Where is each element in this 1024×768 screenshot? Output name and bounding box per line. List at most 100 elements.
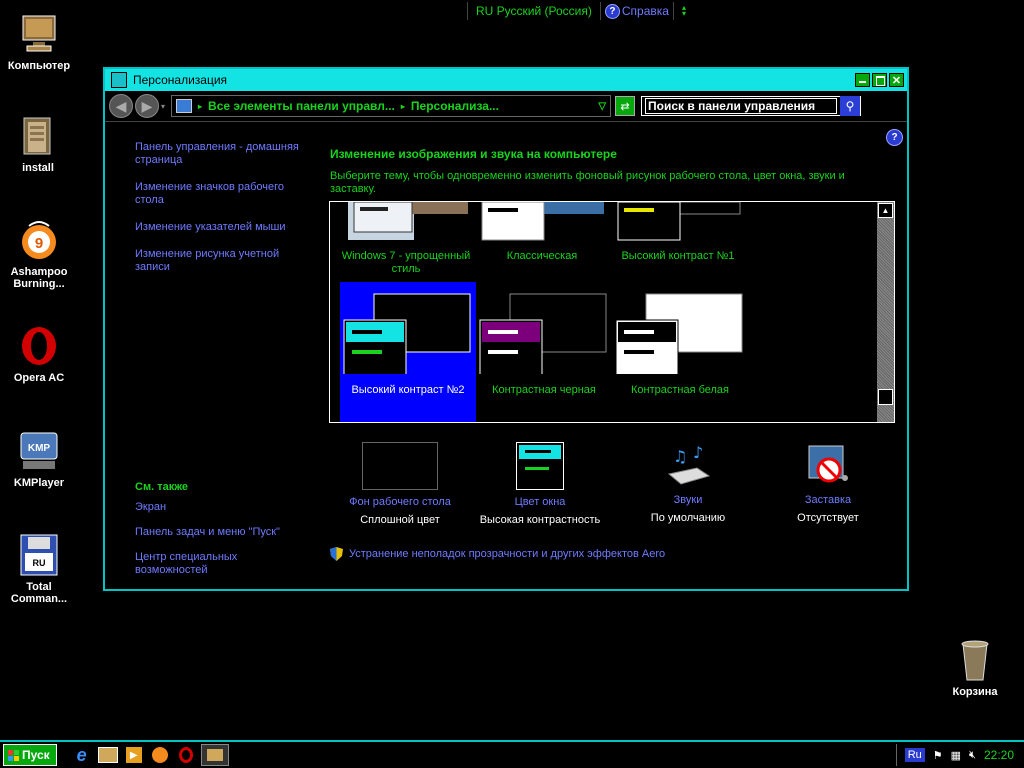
help-icon: ? xyxy=(604,3,620,19)
link-change-account-picture[interactable]: Изменение рисунка учетной записи xyxy=(135,248,305,274)
back-button[interactable]: ◀ xyxy=(109,94,133,118)
tray-language[interactable]: Ru xyxy=(904,748,925,762)
window-title: Персонализация xyxy=(133,73,228,87)
start-label: Пуск xyxy=(22,748,50,762)
flag-icon[interactable]: ⚑ xyxy=(933,749,943,762)
navigation-bar: ◀ ▶ ▾ ▸ Все элементы панели управл... ▸ … xyxy=(105,91,907,122)
address-dropdown-icon[interactable]: ▽ xyxy=(598,101,606,112)
control-panel-icon xyxy=(176,99,193,113)
media-player-icon[interactable]: ▶ xyxy=(123,745,145,765)
desktop-background-setting[interactable]: Фон рабочего стола Сплошной цвет xyxy=(330,442,470,526)
language-indicator[interactable]: RU Русский (Россия) xyxy=(472,4,596,18)
network-icon[interactable]: ▦ xyxy=(951,749,961,762)
left-pane: Панель управления - домашняя страница Из… xyxy=(135,141,305,282)
minimize-button[interactable] xyxy=(855,73,870,87)
sounds-link[interactable]: Звуки xyxy=(618,494,758,506)
theme-list-scrollbar[interactable]: ▲ xyxy=(877,202,894,422)
screensaver-setting[interactable]: Заставка Отсутствует xyxy=(758,442,898,524)
link-taskbar-start-menu[interactable]: Панель задач и меню "Пуск" xyxy=(135,526,315,539)
desktop-icon-label: Корзина xyxy=(952,686,998,698)
theme-item-selected[interactable]: Высокий контраст №2 xyxy=(340,282,476,422)
window-app-icon xyxy=(111,72,127,88)
desktop-background-value: Сплошной цвет xyxy=(360,514,440,526)
langbar-separator xyxy=(467,2,468,20)
desktop-background-link[interactable]: Фон рабочего стола xyxy=(330,496,470,508)
theme-name: Контрастная белая xyxy=(630,384,730,396)
explorer-icon[interactable] xyxy=(97,745,119,765)
maximize-button[interactable] xyxy=(872,73,887,87)
window-titlebar[interactable]: Персонализация ✕ xyxy=(105,69,907,91)
folder-icon xyxy=(18,114,58,158)
aero-troubleshoot-link[interactable]: Устранение неполадок прозрачности и друг… xyxy=(330,547,665,561)
sounds-icon: ♫ ♪ xyxy=(663,442,713,488)
langbar-separator xyxy=(599,2,601,20)
internet-explorer-icon[interactable]: e xyxy=(71,745,93,765)
link-change-mouse-pointers[interactable]: Изменение указателей мыши xyxy=(135,221,305,234)
start-button[interactable]: Пуск xyxy=(3,744,57,766)
desktop-icon-label: Компьютер xyxy=(7,60,71,72)
search-input[interactable] xyxy=(645,98,838,114)
theme-item[interactable]: Классическая xyxy=(474,202,610,282)
theme-item[interactable]: Контрастная черная xyxy=(476,282,612,422)
desktop-icon-kmplayer[interactable]: KMP KMPlayer xyxy=(0,429,79,489)
volume-muted-icon[interactable]: 🔇︎ xyxy=(969,749,976,762)
desktop-icon-computer[interactable]: Компьютер xyxy=(0,12,79,72)
desktop-icon-recycle-bin[interactable]: Корзина xyxy=(935,638,1015,698)
scroll-up-button[interactable]: ▲ xyxy=(878,203,893,218)
desktop-icon-install[interactable]: install xyxy=(0,114,78,174)
search-icon[interactable]: ⚲ xyxy=(840,96,861,116)
control-panel-taskbar-icon[interactable] xyxy=(200,744,229,766)
refresh-button[interactable]: ⇄ xyxy=(615,96,636,116)
theme-preview xyxy=(615,293,743,383)
theme-name: Высокий контраст №2 xyxy=(351,384,465,396)
breadcrumb-personalization[interactable]: Персонализа... xyxy=(411,99,499,113)
link-control-panel-home[interactable]: Панель управления - домашняя страница xyxy=(135,141,305,167)
main-description: Выберите тему, чтобы одновременно измени… xyxy=(330,170,845,195)
langbar-options-icon[interactable]: ▴ ▾ xyxy=(682,4,686,18)
svg-text:♫: ♫ xyxy=(673,447,687,466)
window-color-setting[interactable]: Цвет окна Высокая контрастность xyxy=(470,442,610,526)
theme-item[interactable]: Контрастная белая xyxy=(612,282,748,422)
language-bar: RU Русский (Россия) ? Справка ▴ ▾ xyxy=(463,0,686,22)
close-button[interactable]: ✕ xyxy=(889,73,904,87)
svg-text:KMP: KMP xyxy=(28,443,51,454)
sounds-setting[interactable]: ♫ ♪ Звуки По умолчанию xyxy=(618,442,758,524)
theme-preview xyxy=(481,202,604,241)
svg-text:RU: RU xyxy=(33,558,46,568)
forward-button[interactable]: ▶ xyxy=(135,94,159,118)
desktop-icon-label: Total Comman... xyxy=(10,581,68,605)
address-bar[interactable]: ▸ Все элементы панели управл... ▸ Персон… xyxy=(171,95,612,117)
theme-item[interactable]: Высокий контраст №1 xyxy=(610,202,746,282)
help-icon[interactable]: ? xyxy=(886,129,903,146)
aero-link-text: Устранение неполадок прозрачности и друг… xyxy=(349,548,666,560)
desktop-icon-label: KMPlayer xyxy=(13,477,65,489)
scroll-thumb[interactable] xyxy=(878,389,893,405)
breadcrumb-all-items[interactable]: Все элементы панели управл... xyxy=(208,99,395,113)
theme-preview xyxy=(479,293,607,383)
window-color-link[interactable]: Цвет окна xyxy=(470,496,610,508)
desktop-icon-ashampoo[interactable]: 9 Ashampoo Burning... xyxy=(0,218,79,290)
clock[interactable]: 22:20 xyxy=(984,748,1014,762)
see-also-section: См. также Экран Панель задач и меню "Пус… xyxy=(135,481,315,585)
window-color-value: Высокая контрастность xyxy=(479,514,601,526)
search-box: ⚲ xyxy=(641,96,862,116)
screensaver-link[interactable]: Заставка xyxy=(758,494,898,506)
link-display[interactable]: Экран xyxy=(135,501,315,514)
recent-pages-icon[interactable]: ▾ xyxy=(161,102,165,111)
link-change-desktop-icons[interactable]: Изменение значков рабочего стола xyxy=(135,181,305,207)
theme-name: Высокий контраст №1 xyxy=(621,250,735,262)
opera-icon xyxy=(19,324,59,368)
ashampoo-taskbar-icon[interactable] xyxy=(149,745,171,765)
langbar-help-button[interactable]: ? Справка xyxy=(604,3,669,19)
desktop-icon-label: Ashampoo Burning... xyxy=(10,266,68,290)
opera-taskbar-icon[interactable] xyxy=(175,745,197,765)
desktop-icon-total-commander[interactable]: RU Total Comman... xyxy=(0,533,79,605)
screensaver-icon xyxy=(803,442,853,488)
desktop-icon-opera[interactable]: Opera AC xyxy=(0,324,79,384)
svg-text:♪: ♪ xyxy=(693,443,703,462)
langbar-help-label: Справка xyxy=(621,4,669,18)
theme-list: Windows 7 - упрощенный стиль Классическа… xyxy=(329,201,895,423)
theme-item[interactable]: Windows 7 - упрощенный стиль xyxy=(338,202,474,282)
main-content: Изменение изображения и звука на компьют… xyxy=(330,147,890,196)
link-ease-of-access[interactable]: Центр специальных возможностей xyxy=(135,551,255,577)
